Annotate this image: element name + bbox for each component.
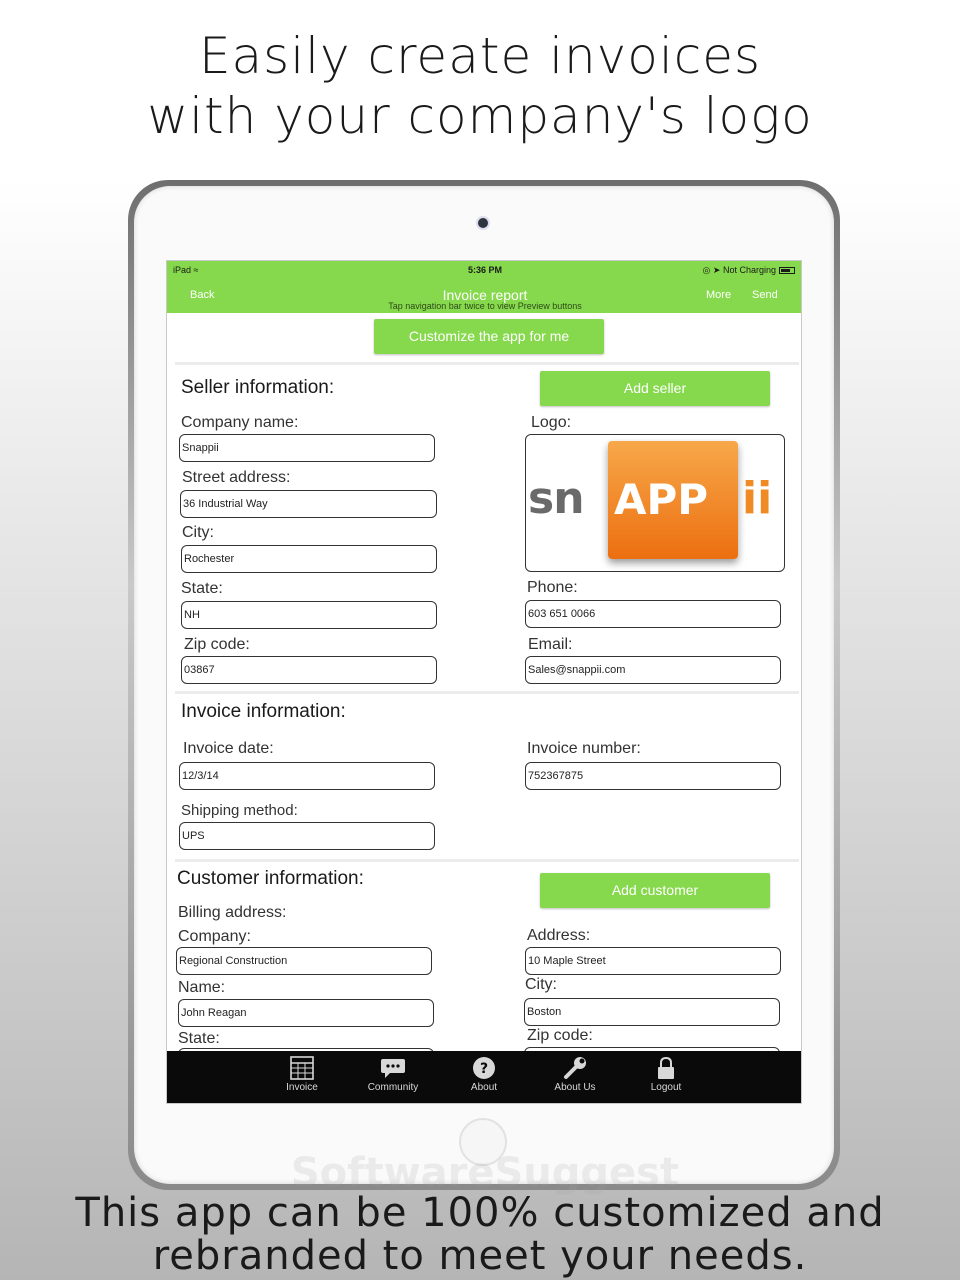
headline-line-2: with your company's logo bbox=[147, 87, 813, 145]
divider bbox=[175, 691, 799, 694]
status-battery: ◎ ➤ Not Charging bbox=[703, 265, 795, 276]
customer-state-label: State: bbox=[178, 1030, 220, 1047]
chat-icon bbox=[381, 1059, 405, 1078]
tab-about[interactable]: ? About bbox=[449, 1051, 519, 1103]
tab-label: Community bbox=[367, 1082, 419, 1093]
street-address-label: Street address: bbox=[182, 469, 291, 486]
send-button[interactable]: Send bbox=[752, 289, 778, 301]
tab-label: About bbox=[470, 1082, 498, 1093]
zip-code-label: Zip code: bbox=[184, 636, 250, 653]
battery-icon bbox=[779, 267, 795, 275]
customer-name-label: Name: bbox=[178, 979, 226, 996]
shipping-method-field[interactable]: UPS bbox=[179, 822, 435, 850]
street-address-field[interactable]: 36 Industrial Way bbox=[180, 490, 437, 518]
customer-city-label: City: bbox=[525, 976, 557, 993]
customer-city-field[interactable]: Boston bbox=[524, 998, 780, 1026]
tab-community[interactable]: Community bbox=[358, 1051, 428, 1103]
customer-name-field[interactable]: John Reagan bbox=[178, 999, 434, 1027]
tab-bar: Invoice Community ? About About Us Logou… bbox=[167, 1051, 801, 1103]
invoice-date-label: Invoice date: bbox=[183, 740, 274, 757]
tab-about-us[interactable]: About Us bbox=[540, 1051, 610, 1103]
phone-field[interactable]: 603 651 0066 bbox=[525, 600, 781, 628]
customer-address-label: Address: bbox=[527, 927, 591, 944]
promo-footer: This app can be 100% customized and rebr… bbox=[0, 1192, 960, 1278]
camera-icon bbox=[478, 218, 488, 228]
tab-label: Invoice bbox=[286, 1082, 318, 1093]
invoice-section-title: Invoice information: bbox=[181, 701, 346, 722]
company-name-field[interactable]: Snappii bbox=[179, 434, 435, 462]
location-icon: ◎ ➤ bbox=[702, 265, 721, 275]
seller-section-title: Seller information: bbox=[181, 377, 335, 398]
customer-company-field[interactable]: Regional Construction bbox=[176, 947, 432, 975]
zip-code-field[interactable]: 03867 bbox=[181, 656, 437, 684]
tab-logout[interactable]: Logout bbox=[631, 1051, 701, 1103]
company-name-label: Company name: bbox=[181, 414, 299, 431]
tab-label: Logout bbox=[650, 1082, 682, 1093]
logo-text-left: sn bbox=[528, 473, 585, 524]
add-seller-button[interactable]: Add seller bbox=[540, 371, 770, 406]
phone-label: Phone: bbox=[527, 579, 578, 596]
billing-address-label: Billing address: bbox=[178, 904, 287, 921]
invoice-number-field[interactable]: 752367875 bbox=[525, 762, 781, 790]
tab-invoice[interactable]: Invoice bbox=[267, 1051, 337, 1103]
city-label: City: bbox=[182, 524, 214, 541]
promo-headline: Easily create invoices with your company… bbox=[0, 26, 960, 146]
divider bbox=[175, 362, 799, 365]
invoice-number-label: Invoice number: bbox=[527, 740, 641, 757]
customer-company-label: Company: bbox=[178, 928, 251, 945]
tab-label: About Us bbox=[554, 1082, 596, 1093]
wrench-icon bbox=[564, 1057, 586, 1079]
state-field[interactable]: NH bbox=[181, 601, 437, 629]
headline-line-1: Easily create invoices bbox=[198, 27, 762, 85]
more-button[interactable]: More bbox=[706, 289, 731, 301]
shipping-method-label: Shipping method: bbox=[181, 802, 298, 819]
city-field[interactable]: Rochester bbox=[181, 545, 437, 573]
logo-text-center: APP bbox=[614, 475, 709, 524]
invoice-date-field[interactable]: 12/3/14 bbox=[179, 762, 435, 790]
customer-address-field[interactable]: 10 Maple Street bbox=[525, 947, 781, 975]
app-screen: iPad ≈ 5:36 PM ◎ ➤ Not Charging Back Inv… bbox=[166, 260, 802, 1104]
logo-image[interactable]: sn APP ii bbox=[525, 434, 785, 572]
customer-zip-label: Zip code: bbox=[527, 1027, 593, 1044]
add-customer-button[interactable]: Add customer bbox=[540, 873, 770, 908]
email-field[interactable]: Sales@snappii.com bbox=[525, 656, 781, 684]
nav-hint: Tap navigation bar twice to view Preview… bbox=[388, 301, 582, 311]
customer-section-title: Customer information: bbox=[177, 868, 364, 889]
logo-label: Logo: bbox=[531, 414, 572, 431]
state-label: State: bbox=[181, 580, 223, 597]
logo-text-right: ii bbox=[742, 473, 773, 524]
customize-button[interactable]: Customize the app for me bbox=[374, 319, 604, 354]
divider bbox=[175, 859, 799, 862]
footer-line-1: This app can be 100% customized and bbox=[75, 1190, 885, 1236]
question-icon: ? bbox=[473, 1057, 495, 1079]
svg-text:?: ? bbox=[480, 1061, 488, 1077]
lock-icon bbox=[658, 1056, 674, 1079]
email-label: Email: bbox=[528, 636, 573, 653]
footer-line-2: rebranded to meet your needs. bbox=[152, 1233, 808, 1279]
table-icon bbox=[290, 1056, 314, 1080]
navigation-bar[interactable]: iPad ≈ 5:36 PM ◎ ➤ Not Charging Back Inv… bbox=[167, 261, 801, 313]
